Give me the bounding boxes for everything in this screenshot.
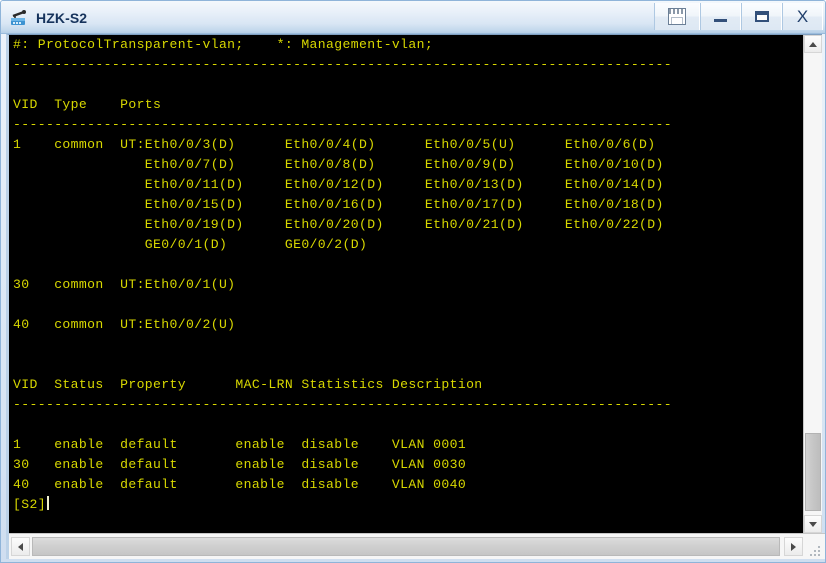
close-icon: X: [796, 7, 809, 26]
horizontal-scrollbar[interactable]: [9, 533, 825, 559]
vertical-scrollbar[interactable]: [803, 35, 822, 533]
chevron-right-icon: [791, 542, 796, 551]
prompt-text: [S2]: [13, 497, 46, 512]
terminal-line: Eth0/0/7(D) Eth0/0/8(D) Eth0/0/9(D) Eth0…: [13, 157, 664, 172]
window-list-icon: [668, 8, 686, 25]
terminal-line: #: ProtocolTransparent-vlan; *: Manageme…: [13, 37, 434, 52]
text-cursor: [46, 496, 49, 510]
horizontal-scrollbar-thumb[interactable]: [32, 537, 780, 556]
scroll-left-button[interactable]: [11, 537, 30, 556]
terminal-line: Eth0/0/19(D) Eth0/0/20(D) Eth0/0/21(D) E…: [13, 217, 664, 232]
terminal-line: ----------------------------------------…: [13, 117, 673, 132]
minimize-button[interactable]: [700, 3, 741, 30]
window-title: HZK-S2: [36, 9, 88, 26]
terminal-line: Eth0/0/11(D) Eth0/0/12(D) Eth0/0/13(D) E…: [13, 177, 664, 192]
titlebar-left-group: HZK-S2: [9, 1, 87, 34]
terminal-line: 1 common UT:Eth0/0/3(D) Eth0/0/4(D) Eth0…: [13, 137, 656, 152]
close-button[interactable]: X: [782, 3, 823, 30]
window-list-button[interactable]: [654, 3, 700, 30]
minimize-icon: [714, 18, 727, 22]
terminal-line: 1 enable default enable disable VLAN 000…: [13, 437, 467, 452]
chevron-left-icon: [18, 542, 23, 551]
window-titlebar[interactable]: HZK-S2 X: [1, 1, 825, 34]
scroll-up-button[interactable]: [804, 35, 822, 53]
chevron-down-icon: [809, 521, 817, 527]
terminal-line: VID Type Ports: [13, 97, 162, 112]
maximize-button[interactable]: [741, 3, 782, 30]
terminal-line: GE0/0/1(D) GE0/0/2(D): [13, 237, 368, 252]
terminal-window: HZK-S2 X #: ProtocolTransparent-vlan; *:…: [0, 0, 826, 563]
network-switch-icon: [9, 8, 29, 28]
terminal-line: VID Status Property MAC-LRN Statistics D…: [13, 377, 483, 392]
chevron-up-icon: [809, 41, 817, 47]
maximize-icon: [754, 11, 769, 22]
terminal-line: ----------------------------------------…: [13, 57, 673, 72]
terminal-line: ----------------------------------------…: [13, 397, 673, 412]
terminal-line: Eth0/0/15(D) Eth0/0/16(D) Eth0/0/17(D) E…: [13, 197, 664, 212]
scroll-down-button[interactable]: [804, 515, 822, 533]
scroll-right-button[interactable]: [784, 537, 803, 556]
terminal-prompt: [S2]: [13, 495, 798, 515]
terminal-line: 30 enable default enable disable VLAN 00…: [13, 457, 467, 472]
terminal-output[interactable]: #: ProtocolTransparent-vlan; *: Manageme…: [9, 35, 798, 533]
vertical-scrollbar-thumb[interactable]: [805, 433, 821, 511]
window-controls: X: [654, 3, 823, 32]
terminal-line: 40 enable default enable disable VLAN 00…: [13, 477, 467, 492]
terminal-line: 40 common UT:Eth0/0/2(U): [13, 317, 236, 332]
terminal-line: 30 common UT:Eth0/0/1(U): [13, 277, 236, 292]
terminal-area: #: ProtocolTransparent-vlan; *: Manageme…: [6, 34, 825, 559]
resize-grip[interactable]: [810, 544, 822, 556]
